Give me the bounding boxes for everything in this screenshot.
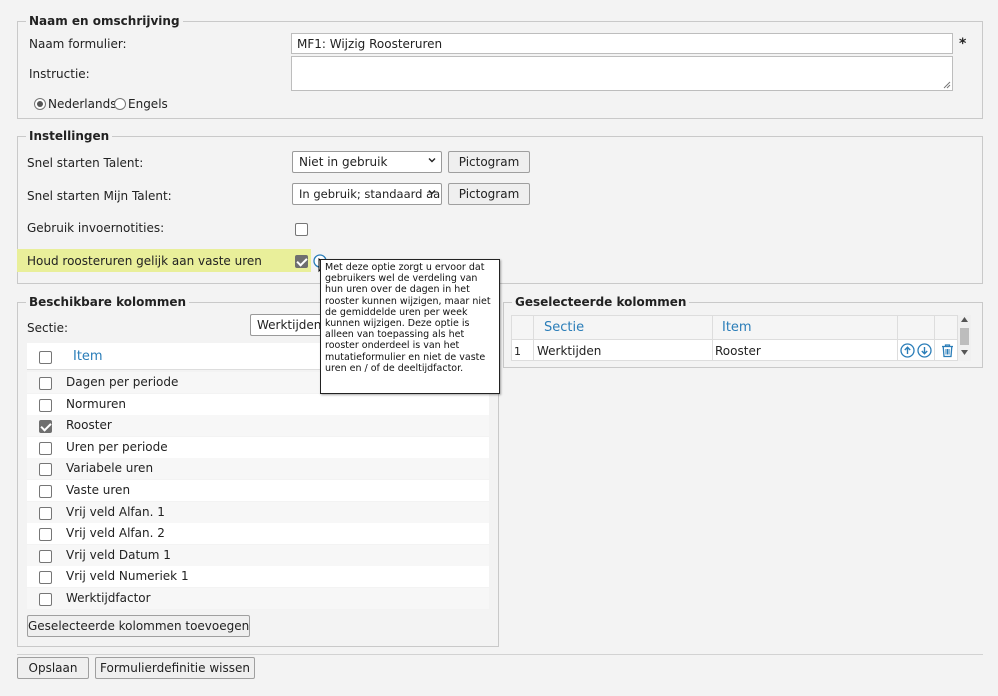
beschikbare-header-item[interactable]: Item — [73, 349, 103, 365]
list-item-label: Werktijdfactor — [66, 591, 151, 605]
list-item-checkbox[interactable] — [39, 593, 52, 606]
pictogram-button-mijn-talent[interactable]: Pictogram — [448, 183, 530, 205]
naam-legend: Naam en omschrijving — [26, 14, 183, 29]
selected-row-sectie: Werktijden — [537, 344, 602, 358]
scrollbar[interactable] — [958, 315, 971, 361]
instructie-textarea[interactable] — [291, 56, 953, 91]
gebruik-invoernotities-checkbox[interactable] — [295, 223, 308, 236]
list-item[interactable]: Rooster — [27, 415, 489, 437]
list-item[interactable]: Vrij veld Alfan. 1 — [27, 501, 489, 523]
sectie-select[interactable]: Werktijden — [250, 314, 322, 336]
naam-formulier-input[interactable]: MF1: Wijzig Roosteruren — [291, 33, 953, 54]
snel-mijn-talent-select[interactable]: In gebruik; standaard aan — [292, 183, 442, 205]
scroll-down-icon[interactable] — [961, 350, 968, 355]
gebruik-invoernotities-label: Gebruik invoernotities: — [27, 221, 165, 235]
list-item[interactable]: Werktijdfactor — [27, 588, 489, 609]
col-divider — [712, 316, 713, 360]
radio-nederlands-label: Nederlands — [48, 97, 117, 111]
list-item-checkbox[interactable] — [39, 485, 52, 498]
list-item[interactable]: Variabele uren — [27, 458, 489, 480]
geselecteerde-legend: Geselecteerde kolommen — [512, 295, 690, 310]
list-item-checkbox[interactable] — [39, 528, 52, 542]
snel-mijn-talent-label: Snel starten Mijn Talent: — [27, 189, 172, 203]
naam-formulier-label: Naam formulier: — [29, 37, 127, 51]
list-item-label: Vrij veld Numeriek 1 — [66, 569, 189, 584]
houd-roosteruren-checkbox[interactable] — [295, 255, 308, 268]
list-item[interactable]: Vrij veld Numeriek 1 — [27, 566, 489, 588]
list-item-label: Vrij veld Alfan. 2 — [66, 526, 165, 541]
list-item[interactable]: Uren per periode — [27, 436, 489, 458]
snel-talent-select[interactable]: Niet in gebruik — [292, 151, 442, 173]
trash-icon[interactable] — [940, 343, 955, 358]
list-item-checkbox[interactable] — [39, 571, 52, 585]
add-columns-button[interactable]: Geselecteerde kolommen toevoegen — [27, 615, 250, 637]
info-tooltip: Met deze optie zorgt u ervoor dat gebrui… — [320, 259, 500, 394]
move-up-icon[interactable] — [900, 343, 915, 358]
select-all-checkbox[interactable] — [39, 351, 52, 364]
list-item-label: Vrij veld Alfan. 1 — [66, 504, 165, 519]
list-item-checkbox[interactable] — [39, 506, 52, 520]
col-divider — [934, 316, 935, 360]
radio-engels[interactable] — [114, 98, 126, 110]
col-divider — [533, 316, 534, 360]
list-item-checkbox[interactable] — [39, 441, 52, 455]
list-item-checkbox[interactable] — [39, 420, 52, 434]
list-item-label: Dagen per periode — [66, 375, 179, 389]
instellingen-legend: Instellingen — [26, 129, 113, 144]
list-item-label: Vaste uren — [66, 483, 131, 497]
geselecteerde-header-sectie[interactable]: Sectie — [544, 320, 584, 336]
list-item-label: Rooster — [66, 418, 112, 433]
list-item-label: Variabele uren — [66, 461, 154, 476]
list-item[interactable]: Vrij veld Alfan. 2 — [27, 523, 489, 545]
pictogram-button-talent[interactable]: Pictogram — [448, 151, 530, 173]
footer-divider — [17, 654, 983, 655]
scrollbar-thumb[interactable] — [960, 328, 969, 345]
snel-mijn-talent-select-value: In gebruik; standaard aan — [299, 187, 442, 201]
selected-row-num: 1 — [514, 345, 521, 358]
scroll-up-icon[interactable] — [961, 317, 968, 322]
list-item[interactable]: Vrij veld Datum 1 — [27, 544, 489, 566]
col-divider — [897, 316, 898, 360]
list-item-checkbox[interactable] — [39, 377, 52, 390]
snel-talent-label: Snel starten Talent: — [27, 156, 144, 170]
move-down-icon[interactable] — [917, 343, 932, 358]
radio-engels-label: Engels — [128, 97, 168, 111]
list-item[interactable]: Vaste uren — [27, 480, 489, 501]
clear-form-button[interactable]: Formulierdefinitie wissen — [95, 657, 255, 679]
list-item-label: Vrij veld Datum 1 — [66, 547, 171, 562]
sectie-select-value: Werktijden — [257, 318, 322, 332]
list-item-label: Normuren — [66, 396, 126, 411]
list-item-checkbox[interactable] — [39, 398, 52, 412]
houd-roosteruren-label: Houd roosteruren gelijk aan vaste uren — [27, 254, 262, 268]
list-item-checkbox[interactable] — [39, 549, 52, 563]
radio-nederlands[interactable] — [34, 98, 46, 110]
selected-row-item: Rooster — [715, 344, 761, 358]
list-item[interactable]: Normuren — [27, 393, 489, 415]
list-item-label: Uren per periode — [66, 439, 168, 454]
save-button[interactable]: Opslaan — [17, 657, 89, 679]
chevron-down-icon — [428, 190, 436, 195]
chevron-down-icon — [428, 158, 436, 163]
list-item-checkbox[interactable] — [39, 463, 52, 477]
instructie-label: Instructie: — [29, 67, 90, 81]
geselecteerde-header-item[interactable]: Item — [722, 320, 752, 336]
snel-talent-select-value: Niet in gebruik — [299, 155, 388, 169]
resize-grip-icon[interactable] — [942, 80, 951, 89]
required-marker: * — [959, 36, 967, 52]
beschikbare-legend: Beschikbare kolommen — [26, 295, 190, 310]
sectie-label: Sectie: — [27, 321, 69, 335]
